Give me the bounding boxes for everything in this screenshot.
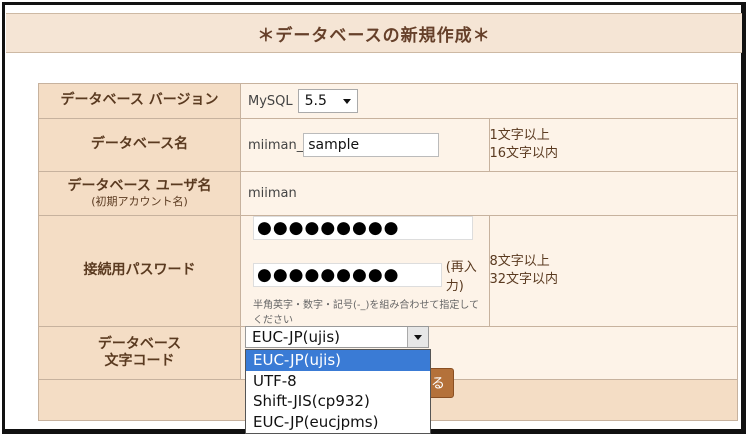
- db-name-note-min: 1文字以上: [489, 128, 550, 144]
- db-user-label-text: データベース ユーザ名: [67, 177, 212, 194]
- charset-label: データベース 文字コード: [38, 326, 241, 380]
- charset-options-list: EUC-JP(ujis) UTF-8 Shift-JIS(cp932) EUC-…: [245, 349, 431, 434]
- db-name-note-max: 16文字以内: [489, 146, 559, 161]
- version-prefix: MySQL: [248, 93, 293, 109]
- version-label: データベース バージョン: [38, 83, 241, 119]
- version-select[interactable]: 5.5: [297, 89, 358, 113]
- charset-option-euc-jp-ujis[interactable]: EUC-JP(ujis): [246, 350, 430, 371]
- password-confirm-input[interactable]: ●●●●●●●●●: [253, 263, 442, 287]
- password-label: 接続用パスワード: [38, 215, 241, 327]
- page-title: ＊データベースの新規作成＊: [6, 13, 742, 53]
- password-reenter-label: (再入力): [445, 260, 477, 294]
- db-name-label: データベース名: [38, 118, 241, 172]
- password-note-min: 8文字以上: [489, 254, 550, 270]
- charset-label-line2: 文字コード: [104, 353, 175, 369]
- charset-option-euc-jp-eucjpms[interactable]: EUC-JP(eucjpms): [246, 412, 430, 433]
- chevron-down-icon: [342, 98, 351, 104]
- charset-option-utf-8[interactable]: UTF-8: [246, 371, 430, 392]
- db-user-value: miiman: [248, 186, 297, 201]
- charset-option-shift-jis[interactable]: Shift-JIS(cp932): [246, 391, 430, 412]
- charset-select[interactable]: EUC-JP(ujis): [245, 326, 429, 348]
- db-name-input[interactable]: sample: [303, 133, 440, 157]
- password-note-max: 32文字以内: [489, 272, 559, 287]
- db-name-prefix: miiman_: [248, 137, 304, 153]
- db-user-sublabel: (初期アカウント名): [91, 195, 188, 209]
- chevron-down-icon: [414, 334, 422, 340]
- charset-selected: EUC-JP(ujis): [252, 328, 341, 346]
- password-input[interactable]: ●●●●●●●●●: [253, 216, 473, 240]
- version-selected: 5.5: [304, 93, 327, 109]
- password-hint: 半角英字・数字・記号(-_)を組み合わせて指定してください: [253, 300, 480, 326]
- charset-label-line1: データベース: [97, 335, 182, 352]
- charset-dropdown-button[interactable]: [407, 327, 428, 347]
- db-user-label: データベース ユーザ名 (初期アカウント名): [38, 171, 241, 216]
